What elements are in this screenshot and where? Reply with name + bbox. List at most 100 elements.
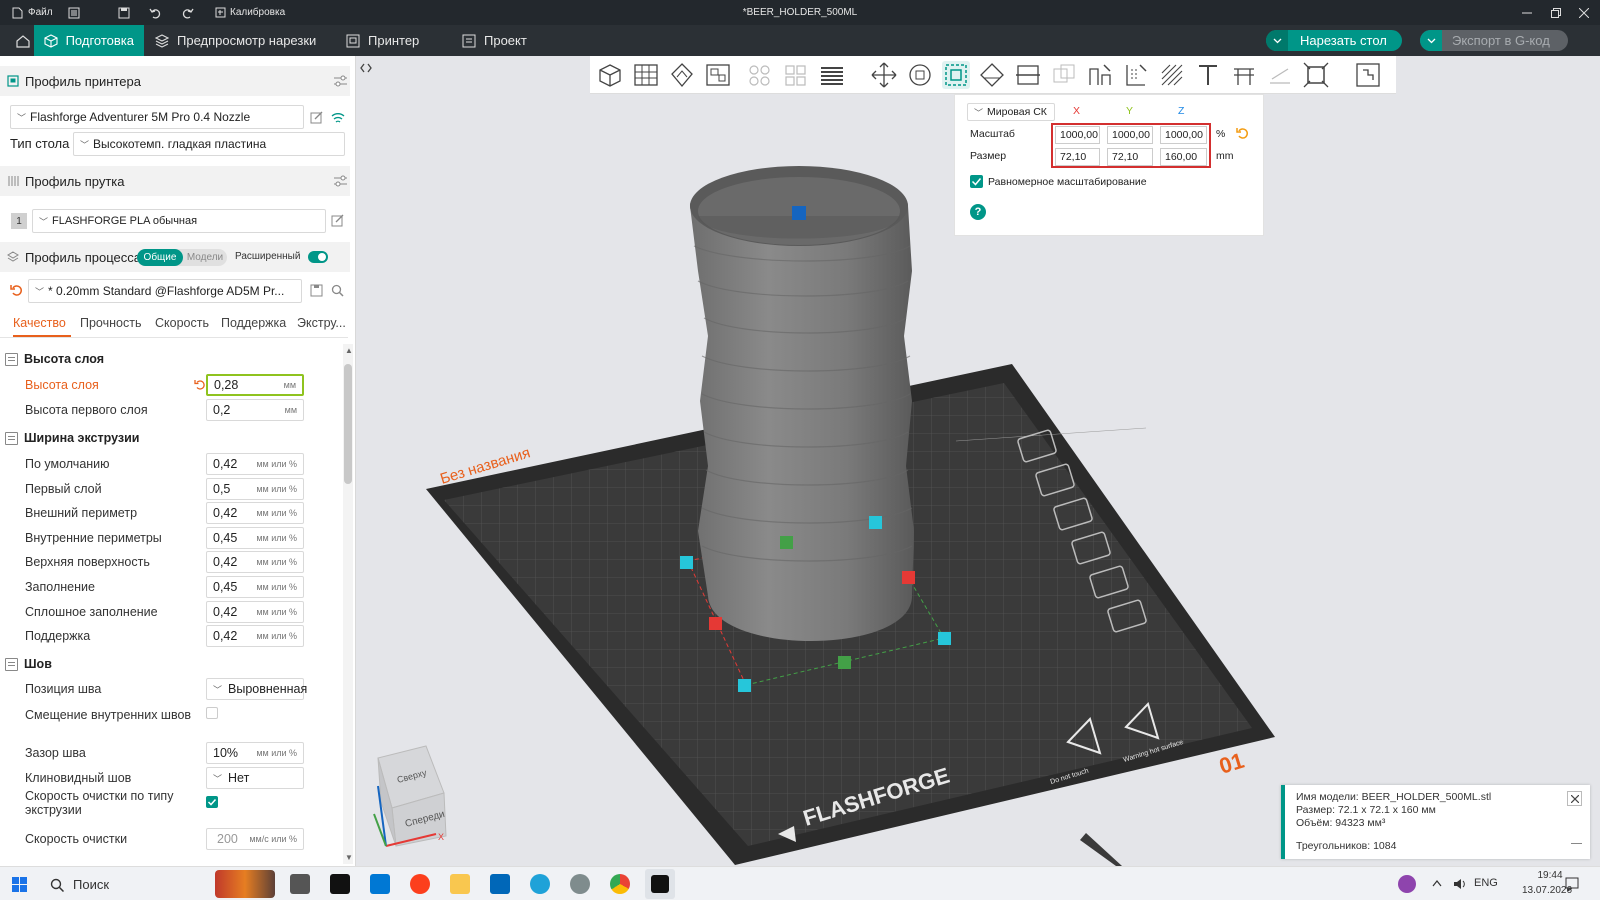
support-painting-icon[interactable]	[1086, 61, 1114, 89]
notifications-icon[interactable]	[1565, 877, 1579, 891]
search-icon[interactable]	[331, 284, 344, 297]
store-icon[interactable]	[490, 874, 510, 894]
fuzzy-skin-icon[interactable]	[1158, 61, 1186, 89]
split-objects-icon[interactable]	[746, 61, 774, 89]
orca-slicer-taskbar-button[interactable]	[645, 869, 675, 899]
layer-height-input[interactable]: 0,28 мм	[206, 374, 304, 396]
save-icon[interactable]	[118, 0, 130, 25]
line-width-input[interactable]: 0,5 мм или %	[206, 478, 304, 500]
chevron-down-icon[interactable]	[1420, 30, 1442, 51]
volume-icon[interactable]	[1452, 877, 1466, 891]
add-plate-icon[interactable]	[632, 61, 660, 89]
subtab-extruders[interactable]: Экстру...	[297, 316, 346, 330]
text-icon[interactable]	[1194, 61, 1222, 89]
settings-scrollbar[interactable]: ▲ ▼	[343, 344, 353, 864]
cut-icon[interactable]	[1014, 61, 1042, 89]
seam-gap-input[interactable]: 10% мм или %	[206, 742, 304, 764]
scale-x-input[interactable]: 1000,00	[1055, 126, 1100, 144]
line-width-input[interactable]: 0,42 мм или %	[206, 502, 304, 524]
menu-icon[interactable]	[68, 0, 80, 25]
reset-icon[interactable]	[10, 284, 23, 297]
measure-icon[interactable]	[1230, 61, 1258, 89]
explode-view-icon[interactable]	[1354, 61, 1382, 89]
coordinate-system-select[interactable]: ﹀ Мировая СК	[967, 103, 1055, 121]
handle[interactable]	[938, 632, 951, 645]
close-window-icon[interactable]	[1579, 0, 1589, 25]
handle[interactable]	[709, 617, 722, 630]
subtab-speed[interactable]: Скорость	[155, 316, 209, 330]
line-width-input[interactable]: 0,45 мм или %	[206, 527, 304, 549]
beer-holder-model[interactable]	[690, 166, 914, 641]
fit-view-icon[interactable]	[1302, 61, 1330, 89]
tab-preview[interactable]: Предпросмотр нарезки	[145, 25, 326, 56]
general-models-toggle[interactable]: Общие Модели	[137, 249, 227, 266]
seam-offset-checkbox[interactable]	[206, 707, 218, 719]
first-layer-height-input[interactable]: 0,2 мм	[206, 399, 304, 421]
line-width-input[interactable]: 0,42 мм или %	[206, 453, 304, 475]
lay-on-face-icon[interactable]	[978, 61, 1006, 89]
handle[interactable]	[738, 679, 751, 692]
seam-painting-icon[interactable]	[1122, 61, 1150, 89]
toggle-general[interactable]: Общие	[137, 249, 183, 266]
assembly-icon[interactable]	[1266, 61, 1294, 89]
filament-select[interactable]: ﹀ FLASHFORGE PLA обычная	[32, 209, 326, 233]
chrome-icon[interactable]	[610, 874, 630, 894]
tab-project[interactable]: Проект	[452, 25, 537, 56]
scale-z-input[interactable]: 1000,00	[1160, 126, 1207, 144]
collapse-sidebar-icon[interactable]	[358, 60, 374, 76]
help-icon[interactable]: ?	[970, 204, 986, 220]
seam-position-select[interactable]: ﹀ Выровненная	[206, 678, 307, 700]
collapse-icon[interactable]	[1571, 843, 1582, 844]
printer-select[interactable]: ﹀ Flashforge Adventurer 5M Pro 0.4 Nozzl…	[10, 105, 304, 129]
tab-printer[interactable]: Принтер	[336, 25, 429, 56]
file-menu[interactable]: Файл	[12, 0, 53, 25]
edit-icon[interactable]	[331, 214, 344, 227]
toggle-models[interactable]: Модели	[183, 249, 227, 266]
edge-icon[interactable]	[530, 874, 550, 894]
export-gcode-button[interactable]: Экспорт в G-код	[1420, 30, 1568, 51]
line-width-input[interactable]: 0,45 мм или %	[206, 576, 304, 598]
handle[interactable]	[680, 556, 693, 569]
undo-icon[interactable]	[149, 0, 162, 25]
slice-plate-button[interactable]: Нарезать стол	[1266, 30, 1402, 51]
restore-icon[interactable]	[1551, 0, 1561, 25]
save-icon[interactable]	[310, 284, 323, 297]
rotate-icon[interactable]	[906, 61, 934, 89]
subtab-quality[interactable]: Качество	[13, 316, 66, 330]
yandex-icon[interactable]	[410, 874, 430, 894]
subtab-support[interactable]: Поддержка	[221, 316, 286, 330]
windows-start-icon[interactable]	[12, 877, 28, 893]
mesh-boolean-icon[interactable]	[1050, 61, 1078, 89]
handle[interactable]	[902, 571, 915, 584]
language-indicator[interactable]: ENG	[1474, 877, 1498, 889]
line-width-input[interactable]: 0,42 мм или %	[206, 601, 304, 623]
scrollbar-thumb[interactable]	[344, 364, 352, 484]
scarf-seam-select[interactable]: ﹀ Нет	[206, 767, 304, 789]
chevron-down-icon[interactable]	[1266, 30, 1288, 51]
arrange-icon[interactable]	[704, 61, 732, 89]
redo-icon[interactable]	[181, 0, 194, 25]
taskbar-search[interactable]: Поиск	[73, 877, 109, 892]
handle[interactable]	[780, 536, 793, 549]
auto-orient-icon[interactable]	[668, 61, 696, 89]
file-explorer-icon[interactable]	[450, 874, 470, 894]
settings-sliders-icon[interactable]	[334, 175, 347, 187]
line-width-input[interactable]: 0,42 мм или %	[206, 551, 304, 573]
split-parts-icon[interactable]	[782, 61, 810, 89]
add-object-icon[interactable]	[596, 61, 624, 89]
process-preset-select[interactable]: ﹀ * 0.20mm Standard @Flashforge AD5M Pr.…	[28, 279, 302, 303]
move-icon[interactable]	[870, 61, 898, 89]
search-highlight-image[interactable]	[215, 870, 275, 898]
minimize-icon[interactable]	[1522, 0, 1532, 25]
wipe-speed-input[interactable]: 200 мм/с или %	[206, 828, 304, 850]
reset-icon[interactable]	[1236, 127, 1249, 140]
settings-sliders-icon[interactable]	[334, 75, 347, 87]
wipe-speed-type-checkbox[interactable]	[206, 796, 218, 808]
variable-layer-height-icon[interactable]	[818, 61, 846, 89]
calibration-menu[interactable]: Калибровка	[215, 0, 285, 25]
uniform-scaling-checkbox[interactable]	[970, 175, 983, 188]
reset-icon[interactable]	[194, 379, 206, 391]
scale-icon[interactable]	[942, 61, 970, 89]
scale-y-input[interactable]: 1000,00	[1107, 126, 1153, 144]
chevron-up-icon[interactable]	[1432, 879, 1442, 887]
